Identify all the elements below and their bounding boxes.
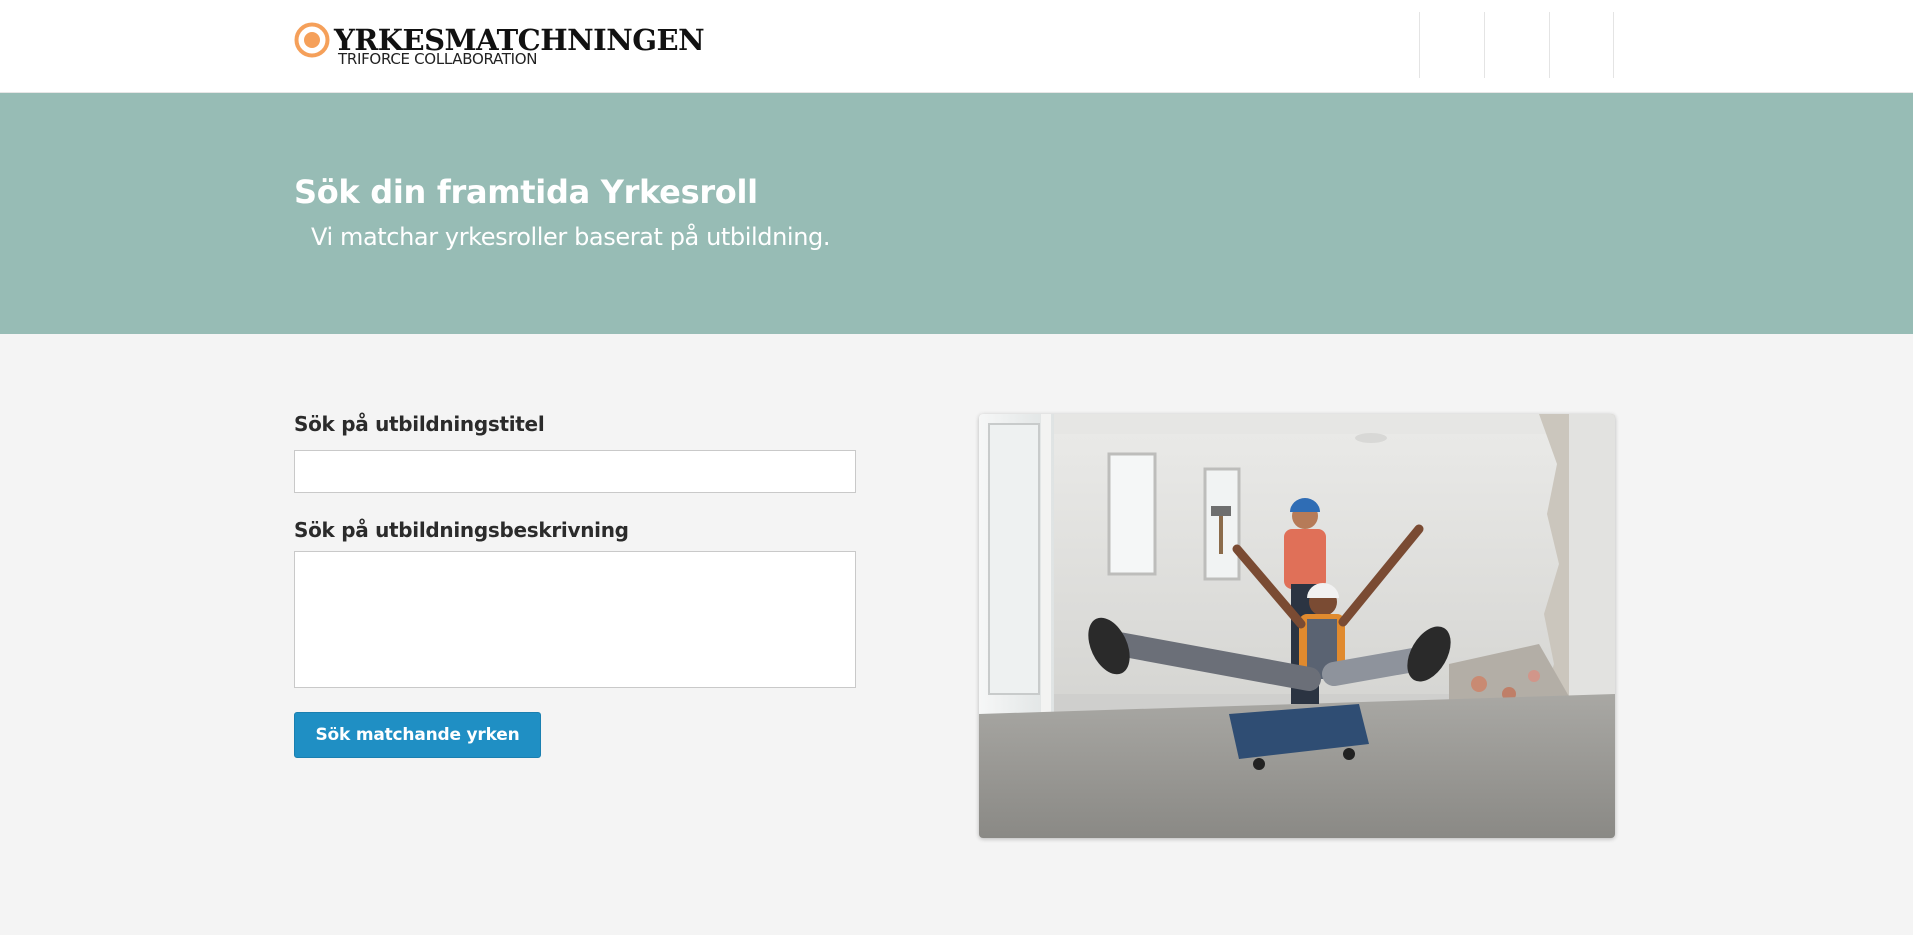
target-logo-icon xyxy=(294,22,330,58)
education-title-input[interactable] xyxy=(294,450,856,493)
nav-item-3[interactable] xyxy=(1550,12,1614,78)
construction-workers-photo xyxy=(979,414,1615,838)
nav-item-2[interactable] xyxy=(1485,12,1549,78)
education-description-textarea[interactable] xyxy=(294,551,856,688)
logo-subtitle: TRIFORCE COLLABORATION xyxy=(338,50,538,68)
site-header: YRKESMATCHNINGEN TRIFORCE COLLABORATION xyxy=(0,0,1913,93)
photo-illustration xyxy=(979,414,1615,838)
hero-subtitle: Vi matchar yrkesroller baserat på utbild… xyxy=(311,223,831,251)
nav-divider xyxy=(1613,12,1614,78)
description-field-label: Sök på utbildningsbeskrivning xyxy=(294,518,629,542)
search-form: Sök på utbildningstitel Sök på utbildnin… xyxy=(294,410,856,758)
hero-banner: Sök din framtida Yrkesroll Vi matchar yr… xyxy=(0,93,1913,334)
title-field-label: Sök på utbildningstitel xyxy=(294,412,545,436)
hero-title: Sök din framtida Yrkesroll xyxy=(294,173,758,211)
search-matching-jobs-button[interactable]: Sök matchande yrken xyxy=(294,712,541,758)
nav-item-1[interactable] xyxy=(1420,12,1484,78)
site-logo[interactable]: YRKESMATCHNINGEN TRIFORCE COLLABORATION xyxy=(294,20,705,70)
